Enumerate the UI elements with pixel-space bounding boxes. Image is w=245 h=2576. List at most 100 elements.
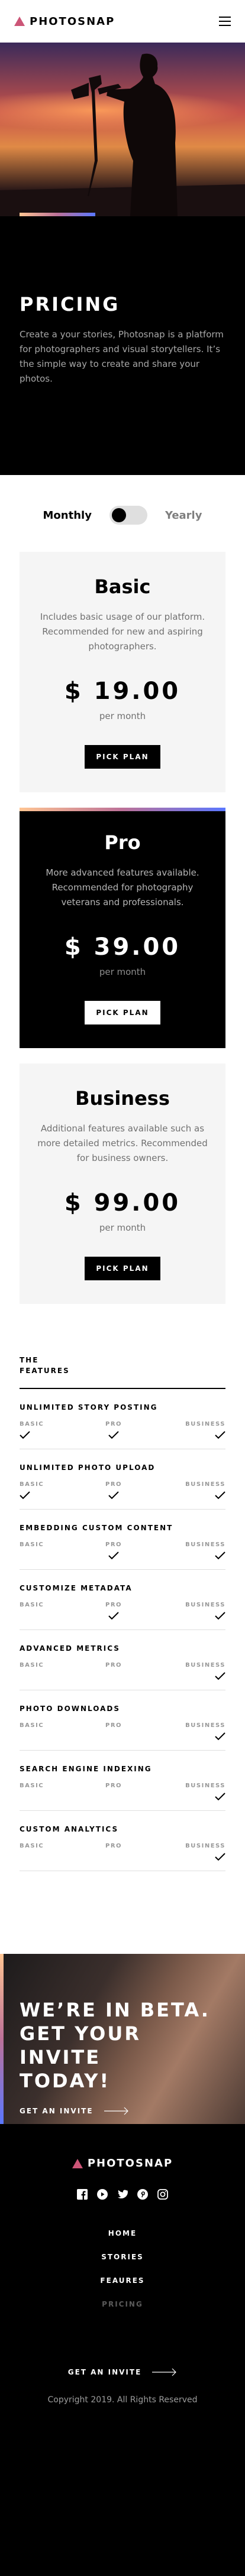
brand-name: PHOTOSNAP	[30, 15, 115, 28]
feature-row: UNLIMITED STORY POSTING BASIC PRO BUSINESS	[20, 1389, 225, 1449]
feature-col-label: BUSINESS	[185, 1602, 225, 1608]
social-links	[0, 2188, 245, 2200]
beta-accent-bar	[0, 1954, 4, 2124]
feature-col-business: BUSINESS	[157, 1662, 225, 1683]
feature-col-basic: BASIC	[20, 1662, 88, 1683]
pick-plan-button[interactable]: PICK PLAN	[85, 1001, 160, 1024]
feature-col-label: BUSINESS	[185, 1481, 225, 1488]
brand-name: PHOTOSNAP	[87, 2157, 173, 2170]
feature-col-label: PRO	[105, 1541, 122, 1548]
site-footer: PHOTOSNAP HOME STORIES FEAURES PRICING G…	[0, 2124, 245, 2576]
check-icon	[215, 1491, 225, 1500]
feature-name: CUSTOM ANALYTICS	[20, 1825, 119, 1833]
feature-col-label: BASIC	[20, 1662, 44, 1668]
feature-col-label: BASIC	[20, 1421, 44, 1427]
feature-name: EMBEDDING CUSTOM CONTENT	[20, 1524, 173, 1532]
arrow-right-icon	[152, 2368, 177, 2376]
feature-col-pro: PRO	[88, 1843, 157, 1863]
beta-title-line2: GET YOUR INVITE	[20, 2022, 141, 2068]
check-icon	[215, 1672, 225, 1680]
feature-col-label: BASIC	[20, 1541, 44, 1548]
feature-row: CUSTOM ANALYTICS BASIC PRO BUSINESS	[20, 1811, 225, 1871]
feature-col-business: BUSINESS	[157, 1481, 225, 1502]
logo-triangle-icon	[14, 17, 25, 26]
footer-nav-pricing[interactable]: PRICING	[0, 2299, 245, 2309]
monthly-label[interactable]: Monthly	[43, 509, 92, 522]
yearly-label[interactable]: Yearly	[165, 509, 202, 522]
check-icon	[215, 1732, 225, 1741]
footer-nav-home[interactable]: HOME	[0, 2229, 245, 2238]
youtube-icon[interactable]	[96, 2188, 108, 2200]
footer-logo[interactable]: PHOTOSNAP	[0, 2157, 245, 2170]
feature-name: PHOTO DOWNLOADS	[20, 1705, 121, 1713]
page-title: PRICING	[20, 293, 120, 316]
beta-title-line1: WE’RE IN BETA.	[20, 1999, 210, 2021]
footer-nav-features[interactable]: FEAURES	[0, 2276, 245, 2285]
photographer-silhouette	[0, 53, 245, 216]
facebook-icon[interactable]	[76, 2188, 88, 2200]
feature-col-business: BUSINESS	[157, 1843, 225, 1863]
plan-price: $ 99.00	[64, 1189, 181, 1217]
instagram-icon[interactable]	[157, 2188, 169, 2200]
features-heading-line2: FEATURES	[20, 1367, 70, 1375]
feature-name: SEARCH ENGINE INDEXING	[20, 1765, 152, 1773]
twitter-icon[interactable]	[117, 2188, 128, 2200]
check-icon	[20, 1491, 30, 1500]
check-icon	[215, 1431, 225, 1439]
feature-row: ADVANCED METRICS BASIC PRO BUSINESS	[20, 1630, 225, 1690]
brand-logo[interactable]: PHOTOSNAP	[14, 15, 115, 28]
toggle-knob	[111, 508, 126, 522]
check-icon	[20, 1431, 30, 1439]
pinterest-icon[interactable]	[137, 2188, 149, 2200]
pick-plan-button[interactable]: PICK PLAN	[85, 1257, 160, 1280]
feature-col-label: PRO	[105, 1602, 122, 1608]
feature-name: ADVANCED METRICS	[20, 1644, 120, 1653]
plan-period: per month	[99, 711, 146, 721]
feature-col-business: BUSINESS	[157, 1722, 225, 1743]
plan-card-pro: Pro More advanced features available. Re…	[20, 808, 225, 1048]
feature-col-label: BASIC	[20, 1722, 44, 1729]
feature-row: SEARCH ENGINE INDEXING BASIC PRO BUSINESS	[20, 1751, 225, 1811]
feature-col-business: BUSINESS	[157, 1541, 225, 1562]
menu-icon[interactable]	[219, 17, 231, 26]
plan-description: Includes basic usage of our platform. Re…	[40, 612, 205, 652]
feature-row: UNLIMITED PHOTO UPLOAD BASIC PRO BUSINESS	[20, 1449, 225, 1510]
feature-name: CUSTOMIZE METADATA	[20, 1584, 133, 1592]
feature-col-pro: PRO	[88, 1783, 157, 1803]
feature-col-label: BUSINESS	[185, 1662, 225, 1668]
arrow-right-icon	[104, 2107, 128, 2115]
pick-plan-button[interactable]: PICK PLAN	[85, 745, 160, 769]
check-icon	[108, 1431, 119, 1439]
check-icon	[215, 1793, 225, 1801]
feature-col-pro: PRO	[88, 1602, 157, 1622]
plan-name: Business	[75, 1087, 170, 1110]
features-heading-line1: THE	[20, 1356, 39, 1364]
feature-name: UNLIMITED STORY POSTING	[20, 1403, 158, 1411]
feature-col-basic: BASIC	[20, 1602, 88, 1622]
feature-col-basic: BASIC	[20, 1843, 88, 1863]
feature-col-basic: BASIC	[20, 1722, 88, 1743]
feature-col-pro: PRO	[88, 1722, 157, 1743]
billing-toggle[interactable]	[109, 506, 147, 525]
feature-col-label: PRO	[105, 1843, 122, 1849]
feature-col-business: BUSINESS	[157, 1421, 225, 1442]
features-heading: THE FEATURES	[20, 1355, 225, 1389]
footer-nav-stories[interactable]: STORIES	[0, 2252, 245, 2262]
feature-col-label: BUSINESS	[185, 1421, 225, 1427]
feature-col-label: BUSINESS	[185, 1843, 225, 1849]
feature-col-basic: BASIC	[20, 1481, 88, 1502]
footer-nav: HOME STORIES FEAURES PRICING	[0, 2229, 245, 2309]
feature-col-label: BUSINESS	[185, 1541, 225, 1548]
plan-price: $ 19.00	[64, 678, 181, 705]
plan-name: Basic	[94, 575, 151, 598]
feature-col-label: PRO	[105, 1662, 122, 1668]
beta-banner: WE’RE IN BETA. GET YOUR INVITE TODAY! GE…	[0, 1954, 245, 2124]
feature-col-label: PRO	[105, 1722, 122, 1729]
check-icon	[108, 1552, 119, 1560]
beta-title: WE’RE IN BETA. GET YOUR INVITE TODAY!	[20, 1998, 225, 2093]
footer-invite-link[interactable]: GET AN INVITE	[68, 2368, 178, 2376]
beta-invite-link[interactable]: GET AN INVITE	[20, 2107, 225, 2115]
plan-accent-bar	[20, 808, 225, 811]
plan-card-business: Business Additional features available s…	[20, 1063, 225, 1304]
beta-title-line3: TODAY!	[20, 2070, 111, 2092]
